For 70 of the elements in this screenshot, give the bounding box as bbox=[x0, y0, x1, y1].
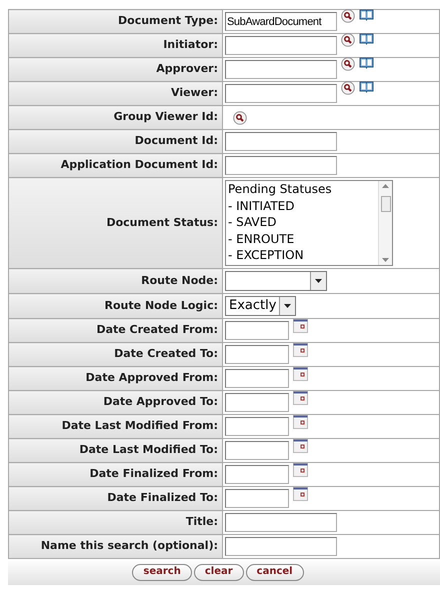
field-label: Group Viewer Id: bbox=[114, 110, 218, 124]
field-label: Date Finalized From: bbox=[90, 467, 218, 480]
action-button[interactable]: clear bbox=[194, 564, 244, 580]
field-label: Date Created To: bbox=[114, 347, 218, 360]
book-icon[interactable] bbox=[359, 81, 374, 93]
field-label: Date Finalized To: bbox=[107, 491, 218, 504]
field-label: Title: bbox=[186, 515, 218, 528]
text-field[interactable] bbox=[225, 84, 337, 103]
book-icon[interactable] bbox=[359, 9, 374, 21]
list-option[interactable]: - INITIATED bbox=[228, 198, 378, 214]
field-label: Date Last Modified From: bbox=[62, 419, 218, 432]
status-listbox[interactable]: Pending Statuses - INITIATED - SAVED - ENROUTE - EXCEPTION bbox=[225, 180, 393, 266]
field-label: Name this search (optional): bbox=[40, 539, 218, 552]
calendar-icon[interactable] bbox=[293, 391, 308, 405]
field-label: Approver: bbox=[156, 62, 218, 76]
field-label: Document Id: bbox=[134, 134, 218, 148]
dropdown[interactable]: Exactly bbox=[225, 296, 296, 316]
calendar-icon[interactable] bbox=[293, 439, 308, 453]
action-button[interactable]: cancel bbox=[246, 564, 304, 580]
text-field[interactable] bbox=[225, 465, 289, 484]
text-field[interactable] bbox=[225, 36, 337, 55]
text-field[interactable] bbox=[225, 417, 289, 436]
field-label: Date Created From: bbox=[96, 323, 218, 336]
text-field[interactable] bbox=[225, 132, 337, 151]
text-field[interactable] bbox=[225, 537, 337, 556]
field-label: Document Type: bbox=[118, 14, 218, 28]
field-label: Route Node: bbox=[141, 274, 218, 287]
calendar-icon[interactable] bbox=[293, 463, 308, 477]
field-label: Date Approved To: bbox=[103, 395, 218, 408]
caret-icon bbox=[284, 304, 292, 308]
text-field[interactable] bbox=[225, 345, 289, 364]
field-label: Date Last Modified To: bbox=[79, 443, 218, 456]
calendar-icon[interactable] bbox=[293, 367, 308, 381]
field-label: Date Approved From: bbox=[86, 371, 218, 384]
calendar-icon[interactable] bbox=[293, 343, 308, 357]
calendar-icon[interactable] bbox=[293, 415, 308, 429]
list-option[interactable]: - SAVED bbox=[228, 214, 378, 230]
text-field[interactable] bbox=[225, 369, 289, 388]
search-icon[interactable] bbox=[341, 57, 355, 71]
field-label: Initiator: bbox=[163, 38, 218, 52]
calendar-icon[interactable] bbox=[293, 319, 308, 333]
dropdown[interactable] bbox=[225, 271, 327, 291]
calendar-icon[interactable] bbox=[293, 487, 308, 501]
field-label: Route Node Logic: bbox=[104, 298, 218, 312]
book-icon[interactable] bbox=[359, 57, 374, 69]
list-option[interactable]: - EXCEPTION bbox=[228, 247, 378, 264]
action-button[interactable]: search bbox=[132, 564, 192, 580]
text-field[interactable] bbox=[225, 321, 289, 340]
text-field[interactable] bbox=[225, 441, 289, 460]
search-icon[interactable] bbox=[341, 33, 355, 47]
field-label: Document Status: bbox=[106, 216, 218, 229]
search-icon[interactable] bbox=[233, 110, 247, 124]
text-field[interactable] bbox=[225, 393, 289, 412]
text-field[interactable] bbox=[225, 513, 337, 532]
book-icon[interactable] bbox=[359, 33, 374, 45]
scrollbar[interactable] bbox=[378, 181, 392, 265]
list-option[interactable]: - ENROUTE bbox=[228, 230, 378, 247]
text-field[interactable] bbox=[225, 60, 337, 79]
text-field[interactable] bbox=[225, 489, 289, 508]
field-label: Viewer: bbox=[171, 86, 218, 100]
list-option[interactable]: Pending Statuses bbox=[228, 181, 378, 198]
scroll-thumb[interactable] bbox=[380, 196, 390, 212]
text-field[interactable]: SubAwardDocument bbox=[225, 12, 337, 31]
scroll-down-arrow-icon[interactable] bbox=[382, 258, 389, 262]
field-label: Application Document Id: bbox=[60, 158, 218, 172]
scroll-up-arrow-icon[interactable] bbox=[382, 184, 389, 188]
search-icon[interactable] bbox=[341, 81, 355, 95]
text-field[interactable] bbox=[225, 156, 337, 175]
caret-icon bbox=[315, 279, 322, 283]
search-icon[interactable] bbox=[341, 9, 355, 23]
